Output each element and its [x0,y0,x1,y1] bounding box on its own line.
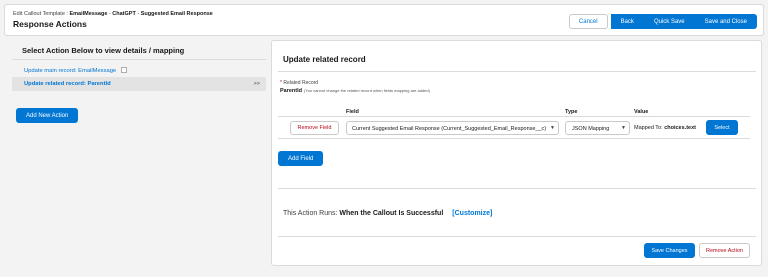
chevron-down-icon: ▼ [550,125,555,131]
header-button-group: Cancel Back Quick Save Save and Close [568,14,757,29]
remove-action-button[interactable]: Remove Action [699,243,750,258]
breadcrumb-template: Suggested Email Response [140,11,213,17]
action-detail-panel: Update related record * Related Record P… [271,40,762,266]
type-select-value: JSON Mapping [572,125,610,132]
type-select[interactable]: JSON Mapping ▼ [565,121,630,135]
selected-arrow-icon: >> [253,81,260,87]
add-new-action-button[interactable]: Add New Action [16,108,79,123]
divider [278,236,756,237]
action-list-title: Select Action Below to view details / ma… [22,46,185,55]
related-record-note: (You cannot change the related record wh… [304,88,430,93]
chevron-down-icon: ▼ [621,125,626,131]
breadcrumb: Edit Callout Template : EmailMessage - C… [13,11,213,17]
required-mark: * [280,80,282,86]
action-runs-value: When the Callout Is Successful [339,210,444,217]
mapping-table-header: Field Type Value [278,107,750,117]
divider [278,71,756,72]
related-record-value: ParentId (You cannot change the related r… [280,88,430,94]
column-header-value: Value [634,109,649,115]
back-button[interactable]: Back [610,14,644,29]
action-checkbox[interactable] [121,67,128,73]
related-record-label: * Related Record [280,80,318,86]
related-record-value-text: ParentId [280,88,303,94]
column-header-type: Type [565,109,578,115]
action-item-label: Update main record: EmailMessage [24,68,117,74]
cancel-button[interactable]: Cancel [568,14,608,29]
save-changes-button[interactable]: Save Changes [644,243,695,258]
action-item-update-related-record[interactable]: Update related record: ParentId >> [12,77,266,91]
mapped-to-prefix: Mapped To: [634,125,663,131]
action-list-panel: Select Action Below to view details / ma… [4,40,266,268]
related-record-label-text: Related Record [283,80,319,86]
breadcrumb-provider: ChatGPT [112,11,136,17]
field-select-value: Current Suggested Email Response (Curren… [352,125,547,132]
action-item-update-main-record[interactable]: Update main record: EmailMessage [12,64,266,76]
quick-save-button[interactable]: Quick Save [643,14,695,29]
breadcrumb-prefix: Edit Callout Template : [13,11,70,17]
select-mapping-button[interactable]: Select [706,120,738,135]
page-title: Response Actions [13,19,87,29]
page-header: Edit Callout Template : EmailMessage - C… [4,4,764,36]
customize-link[interactable]: [Customize] [452,210,492,217]
mapped-to-path: choices.text [664,125,696,131]
mapped-to-value: Mapped To: choices.text [634,125,696,131]
action-runs-prefix: This Action Runs: [283,210,338,217]
save-and-close-button[interactable]: Save and Close [694,14,757,29]
remove-field-button[interactable]: Remove Field [290,121,339,135]
divider [278,188,756,189]
action-item-label: Update related record: ParentId [24,81,111,87]
action-detail-title: Update related record [283,55,366,64]
action-runs-text: This Action Runs: When the Callout Is Su… [283,210,492,217]
divider [12,59,266,60]
add-field-button[interactable]: Add Field [278,151,324,166]
field-select[interactable]: Current Suggested Email Response (Curren… [346,121,559,135]
breadcrumb-object: EmailMessage [69,11,108,17]
table-row: Remove Field Current Suggested Email Res… [278,118,750,139]
column-header-field: Field [346,109,359,115]
